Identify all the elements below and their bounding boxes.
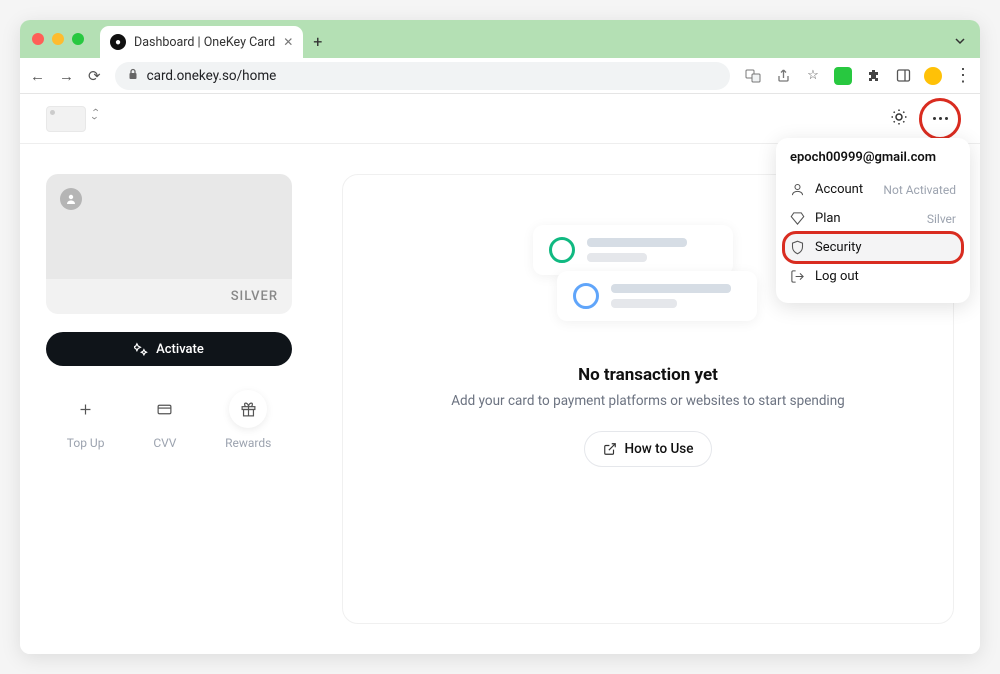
translate-icon[interactable] (744, 67, 762, 85)
back-icon[interactable]: ← (30, 67, 45, 85)
tabs-dropdown-icon[interactable] (954, 32, 966, 51)
lock-icon (127, 68, 139, 83)
bookmark-icon[interactable]: ☆ (804, 67, 822, 85)
url-text: card.onekey.so/home (147, 68, 277, 84)
close-window-icon[interactable] (32, 33, 44, 45)
empty-title: No transaction yet (578, 365, 718, 385)
activate-label: Activate (156, 342, 204, 357)
card-selector[interactable] (46, 106, 86, 132)
empty-description: Add your card to payment platforms or we… (451, 393, 845, 409)
empty-state-illustration (533, 225, 763, 345)
tab-favicon-icon: ● (110, 34, 126, 50)
browser-toolbar: ← → ⟳ card.onekey.so/home ☆ ⋮ (20, 58, 980, 94)
left-column: SILVER Activate Top Up CVV (46, 174, 292, 624)
theme-toggle-icon[interactable] (890, 108, 908, 130)
tab-title: Dashboard | OneKey Card (134, 35, 275, 50)
card-icon (146, 390, 184, 428)
card-display: SILVER (46, 174, 292, 314)
dropdown-email: epoch00999@gmail.com (776, 150, 970, 175)
share-icon[interactable] (774, 67, 792, 85)
account-status: Not Activated (883, 183, 956, 197)
plan-value: Silver (927, 212, 956, 226)
browser-tab[interactable]: ● Dashboard | OneKey Card ✕ (100, 26, 303, 58)
external-link-icon (603, 442, 617, 456)
sparkle-icon (134, 342, 148, 356)
maximize-window-icon[interactable] (72, 33, 84, 45)
profile-icon[interactable] (924, 67, 942, 85)
user-dropdown: epoch00999@gmail.com Account Not Activat… (776, 138, 970, 303)
diamond-icon (790, 211, 805, 226)
highlight-ring (919, 98, 961, 140)
cvv-label: CVV (153, 436, 176, 450)
howto-label: How to Use (625, 441, 694, 457)
extension-green-icon[interactable] (834, 67, 852, 85)
logout-icon (790, 269, 805, 284)
dropdown-item-security[interactable]: Security (782, 233, 964, 262)
reload-icon[interactable]: ⟳ (88, 67, 101, 85)
logout-label: Log out (815, 269, 859, 284)
topup-label: Top Up (67, 436, 105, 450)
more-menu-button[interactable] (926, 105, 954, 133)
sidepanel-icon[interactable] (894, 67, 912, 85)
rewards-label: Rewards (225, 436, 271, 450)
plan-label: Plan (815, 211, 841, 226)
rewards-action[interactable]: Rewards (225, 390, 271, 450)
gift-icon (229, 390, 267, 428)
extensions-icon[interactable] (864, 67, 882, 85)
browser-tab-bar: ● Dashboard | OneKey Card ✕ + (20, 20, 980, 58)
window-controls (32, 33, 84, 45)
activate-button[interactable]: Activate (46, 332, 292, 366)
card-tier-label: SILVER (231, 289, 278, 304)
forward-icon[interactable]: → (59, 67, 74, 85)
new-tab-button[interactable]: + (313, 32, 322, 51)
account-label: Account (815, 182, 863, 197)
plus-icon (67, 390, 105, 428)
quick-actions: Top Up CVV Rewards (46, 390, 292, 450)
minimize-window-icon[interactable] (52, 33, 64, 45)
cvv-action[interactable]: CVV (146, 390, 184, 450)
card-chip-icon (60, 188, 82, 210)
browser-window: ● Dashboard | OneKey Card ✕ + ← → ⟳ card… (20, 20, 980, 654)
how-to-use-button[interactable]: How to Use (584, 431, 713, 467)
dropdown-item-account[interactable]: Account Not Activated (776, 175, 970, 204)
shield-icon (790, 240, 805, 255)
app-header: epoch00999@gmail.com Account Not Activat… (20, 94, 980, 144)
close-tab-icon[interactable]: ✕ (283, 35, 293, 49)
dropdown-item-logout[interactable]: Log out (776, 262, 970, 291)
user-icon (790, 182, 805, 197)
dropdown-item-plan[interactable]: Plan Silver (776, 204, 970, 233)
address-bar[interactable]: card.onekey.so/home (115, 62, 730, 90)
security-label: Security (815, 240, 862, 255)
toolbar-actions: ☆ ⋮ (744, 65, 970, 86)
browser-menu-icon[interactable]: ⋮ (954, 65, 970, 86)
topup-action[interactable]: Top Up (67, 390, 105, 450)
